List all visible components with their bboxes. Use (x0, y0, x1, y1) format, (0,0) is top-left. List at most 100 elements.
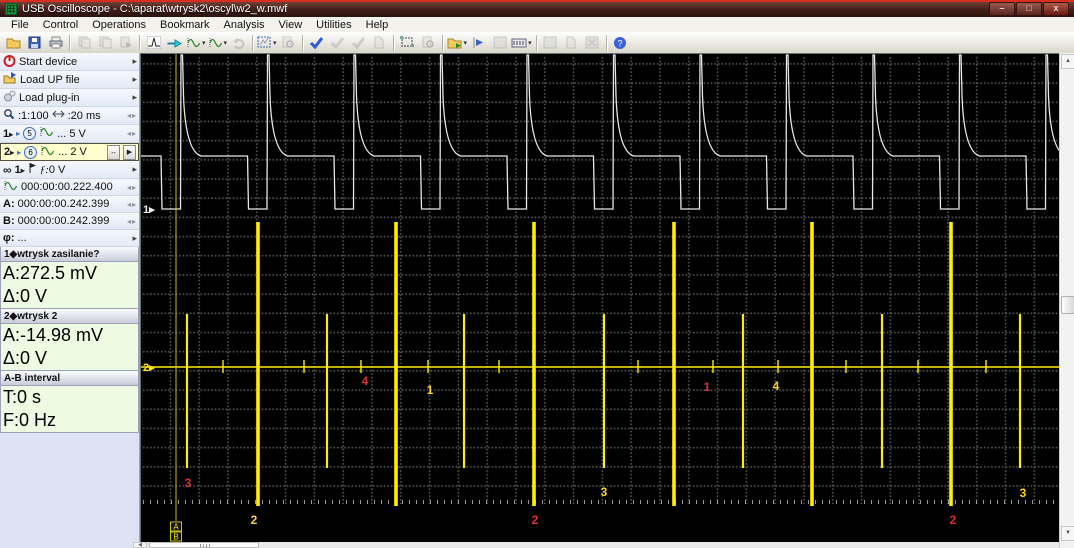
print-button[interactable] (45, 33, 66, 53)
channel-marker[interactable]: 1▸ (143, 204, 155, 216)
open-plugin-button[interactable]: ▾ (446, 33, 469, 53)
probe-number: 5 (23, 127, 37, 140)
adjust-arrows-icon[interactable]: ◂▸ (127, 129, 137, 138)
check-next-button (348, 33, 369, 53)
channel1-measure-panel: 1◆wtrysk zasilanie? A:272.5 mV Δ:0 V (0, 247, 139, 309)
adjust-arrows-icon[interactable]: ◂▸ (127, 183, 137, 192)
channel-expand-button[interactable]: ▶ (123, 144, 136, 160)
dropdown-arrow-icon[interactable]: ▾ (273, 39, 277, 47)
cylinder-label: 3 (601, 485, 608, 499)
zoom-doc-button (278, 33, 299, 53)
adjust-arrows-icon[interactable]: ▸ (132, 233, 137, 244)
timebase-icon (51, 109, 65, 122)
sidebar-item-load-up-file[interactable]: Load UP file ▸ (0, 71, 139, 89)
sidebar-item-label: Load UP file (20, 73, 80, 86)
toolbar-separator (69, 34, 70, 51)
close-button[interactable]: x (1043, 2, 1069, 16)
trigger-row[interactable]: ∞ 1▸ ƒ:0 V ▸ (0, 161, 139, 179)
open-file-button[interactable] (3, 33, 24, 53)
adjust-arrows-icon[interactable]: ◂▸ (127, 217, 137, 226)
copy-waveform-button (73, 33, 94, 53)
channel-2-row[interactable]: 2▸ ▸ 6 ... 2 V ↔ ▶ (0, 143, 139, 161)
dropdown-arrow-icon[interactable]: ▾ (464, 39, 468, 47)
dropdown-arrow-icon[interactable]: ▾ (202, 39, 206, 47)
save-file-button[interactable] (24, 33, 45, 53)
apply-check-button[interactable] (306, 33, 327, 53)
power-icon (3, 54, 16, 70)
cylinder-label: 1 (704, 380, 711, 394)
zoom-scale-value: :1:100 (18, 109, 49, 122)
sidebar-item-start-device[interactable]: Start device ▸ (0, 53, 139, 71)
wave-mode-1-button[interactable]: ▾ (185, 33, 207, 53)
run-marker-button[interactable] (468, 33, 489, 53)
time-row-0[interactable]: 000:00:00.222.400 ◂▸ (0, 179, 139, 196)
scroll-up-button[interactable]: ▲ (1061, 54, 1074, 69)
cylinder-label: 2 (251, 513, 258, 527)
window-title: USB Oscilloscope - C:\aparat\wtrysk2\osc… (22, 3, 288, 15)
sidebar-item-load-plugin[interactable]: Load plug-in ▸ (0, 89, 139, 107)
cylinder-label: 2 (950, 513, 957, 527)
channel2-measure-header: 2◆wtrysk 2 (1, 309, 138, 324)
report-button (369, 33, 390, 53)
peak-detect-button[interactable] (143, 33, 164, 53)
help-button[interactable]: ? (610, 33, 631, 53)
select-region-button[interactable] (397, 33, 418, 53)
menu-control[interactable]: Control (36, 19, 85, 31)
counter-button[interactable]: ▾ (510, 33, 533, 53)
horizontal-scroll-thumb[interactable] (149, 542, 259, 548)
channel-1-row[interactable]: 1▸ ▸ 5 ... 5 V ◂▸ (0, 125, 139, 143)
trigger-search-icon: ∞ (3, 162, 12, 177)
scope-display[interactable]: A B 3 2 4 1 2 3 1 4 2 3 1▸ 2▸ (140, 53, 1059, 548)
channel-number: 2▸ (4, 146, 15, 158)
measure-value: F:0 Hz (3, 410, 57, 430)
time-row-3[interactable]: φ:... ▸ (0, 230, 139, 247)
zoom-timebase-row[interactable]: :1:100:20 ms ◂▸ (0, 107, 139, 125)
menu-view[interactable]: View (272, 19, 310, 31)
toolbar-separator (535, 34, 537, 51)
channel-adjust-button[interactable]: ↔ (107, 144, 120, 160)
channel-marker[interactable]: 2▸ (143, 362, 155, 374)
maximize-button[interactable]: □ (1016, 2, 1042, 16)
channel1-measure-values: A:272.5 mV Δ:0 V (1, 262, 138, 308)
probe-arrow-icon: ▸ (17, 147, 22, 157)
time-wave-icon (3, 180, 18, 195)
copy-view-button (94, 33, 115, 53)
adjust-arrows-icon[interactable]: ◂▸ (127, 111, 137, 120)
submenu-arrow-icon[interactable]: ▸ (132, 164, 137, 175)
vertical-scroll-thumb[interactable] (1061, 296, 1074, 314)
svg-text:?: ? (618, 38, 623, 48)
menu-analysis[interactable]: Analysis (217, 19, 272, 31)
zoom-select-button[interactable]: ▾ (256, 33, 278, 53)
plugin-icon (3, 90, 16, 105)
horizontal-scrollbar: ◀ (133, 542, 1059, 548)
cylinder-label: 3 (185, 476, 192, 490)
pan-tool-button[interactable] (164, 33, 185, 53)
dropdown-arrow-icon[interactable]: ▾ (224, 39, 228, 47)
sidebar-item-label: Load plug-in (19, 91, 80, 104)
submenu-arrow-icon[interactable]: ▸ (132, 74, 137, 85)
submenu-arrow-icon[interactable]: ▸ (132, 92, 137, 103)
menu-utilities[interactable]: Utilities (309, 19, 358, 31)
dropdown-arrow-icon[interactable]: ▾ (528, 39, 532, 47)
submenu-arrow-icon[interactable]: ▸ (132, 56, 137, 67)
cylinder-label: 3 (1020, 486, 1027, 500)
menu-file[interactable]: File (4, 19, 36, 31)
scroll-left-button[interactable]: ◀ (133, 542, 147, 548)
wave-mode-2-button[interactable]: ▾ (207, 33, 229, 53)
adjust-arrows-icon[interactable]: ◂▸ (127, 200, 137, 209)
menu-help[interactable]: Help (359, 19, 396, 31)
menu-operations[interactable]: Operations (85, 19, 153, 31)
measure-value: A:272.5 mV (3, 263, 98, 283)
waveform-icon (39, 126, 54, 141)
time-row-1[interactable]: A: 000:00:00.242.399 ◂▸ (0, 196, 139, 213)
magnifier-icon (3, 108, 15, 123)
time-value: 000:00:00.242.399 (17, 215, 110, 227)
scroll-down-button[interactable]: ▼ (1061, 526, 1074, 541)
menu-bookmark[interactable]: Bookmark (153, 19, 217, 31)
time-row-2[interactable]: B: 000:00:00.242.399 ◂▸ (0, 213, 139, 230)
trigger-level: ƒ:0 V (39, 163, 66, 176)
trigger-channel: 1▸ (14, 163, 25, 176)
minimize-button[interactable]: – (989, 2, 1015, 16)
search-doc-button (418, 33, 439, 53)
measure-value: Δ:0 V (3, 286, 48, 306)
